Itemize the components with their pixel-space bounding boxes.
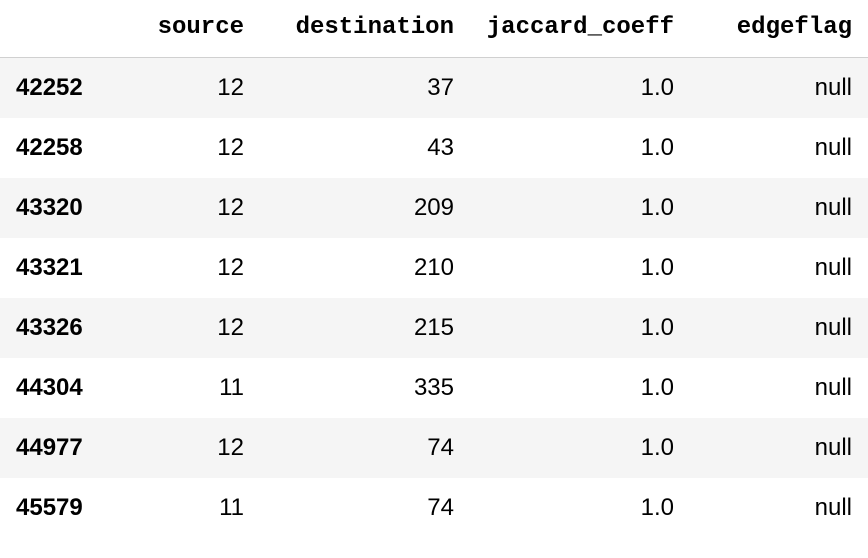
cell-destination: 43 — [260, 118, 470, 178]
cell-destination: 37 — [260, 58, 470, 119]
cell-source: 12 — [120, 298, 260, 358]
cell-jaccard_coeff: 1.0 — [470, 418, 690, 478]
cell-destination: 210 — [260, 238, 470, 298]
cell-jaccard_coeff: 1.0 — [470, 238, 690, 298]
index-header — [0, 0, 120, 58]
cell-source: 12 — [120, 178, 260, 238]
table-row: 4225812431.0null — [0, 118, 868, 178]
cell-destination: 74 — [260, 418, 470, 478]
column-header-destination: destination — [260, 0, 470, 58]
dataframe-table: source destination jaccard_coeff edgefla… — [0, 0, 868, 538]
cell-edgeflag: null — [690, 418, 868, 478]
table-row: 44304113351.0null — [0, 358, 868, 418]
cell-edgeflag: null — [690, 478, 868, 538]
cell-destination: 209 — [260, 178, 470, 238]
cell-jaccard_coeff: 1.0 — [470, 178, 690, 238]
cell-edgeflag: null — [690, 298, 868, 358]
column-header-jaccard-coeff: jaccard_coeff — [470, 0, 690, 58]
cell-jaccard_coeff: 1.0 — [470, 298, 690, 358]
cell-jaccard_coeff: 1.0 — [470, 358, 690, 418]
cell-destination: 74 — [260, 478, 470, 538]
cell-destination: 335 — [260, 358, 470, 418]
row-index: 45579 — [0, 478, 120, 538]
cell-jaccard_coeff: 1.0 — [470, 478, 690, 538]
row-index: 44977 — [0, 418, 120, 478]
table-row: 4225212371.0null — [0, 58, 868, 119]
row-index: 44304 — [0, 358, 120, 418]
table-row: 43326122151.0null — [0, 298, 868, 358]
cell-edgeflag: null — [690, 178, 868, 238]
column-header-edgeflag: edgeflag — [690, 0, 868, 58]
table-row: 43321122101.0null — [0, 238, 868, 298]
column-header-source: source — [120, 0, 260, 58]
row-index: 42258 — [0, 118, 120, 178]
row-index: 43326 — [0, 298, 120, 358]
row-index: 42252 — [0, 58, 120, 119]
header-row: source destination jaccard_coeff edgefla… — [0, 0, 868, 58]
table-row: 43320122091.0null — [0, 178, 868, 238]
cell-destination: 215 — [260, 298, 470, 358]
cell-source: 12 — [120, 238, 260, 298]
row-index: 43320 — [0, 178, 120, 238]
cell-source: 11 — [120, 358, 260, 418]
cell-edgeflag: null — [690, 358, 868, 418]
cell-edgeflag: null — [690, 58, 868, 119]
cell-source: 12 — [120, 418, 260, 478]
cell-jaccard_coeff: 1.0 — [470, 58, 690, 119]
table-row: 4497712741.0null — [0, 418, 868, 478]
cell-edgeflag: null — [690, 118, 868, 178]
cell-edgeflag: null — [690, 238, 868, 298]
table-row: 4557911741.0null — [0, 478, 868, 538]
cell-source: 12 — [120, 118, 260, 178]
cell-source: 12 — [120, 58, 260, 119]
row-index: 43321 — [0, 238, 120, 298]
table-body: 4225212371.0null4225812431.0null43320122… — [0, 58, 868, 539]
cell-jaccard_coeff: 1.0 — [470, 118, 690, 178]
cell-source: 11 — [120, 478, 260, 538]
